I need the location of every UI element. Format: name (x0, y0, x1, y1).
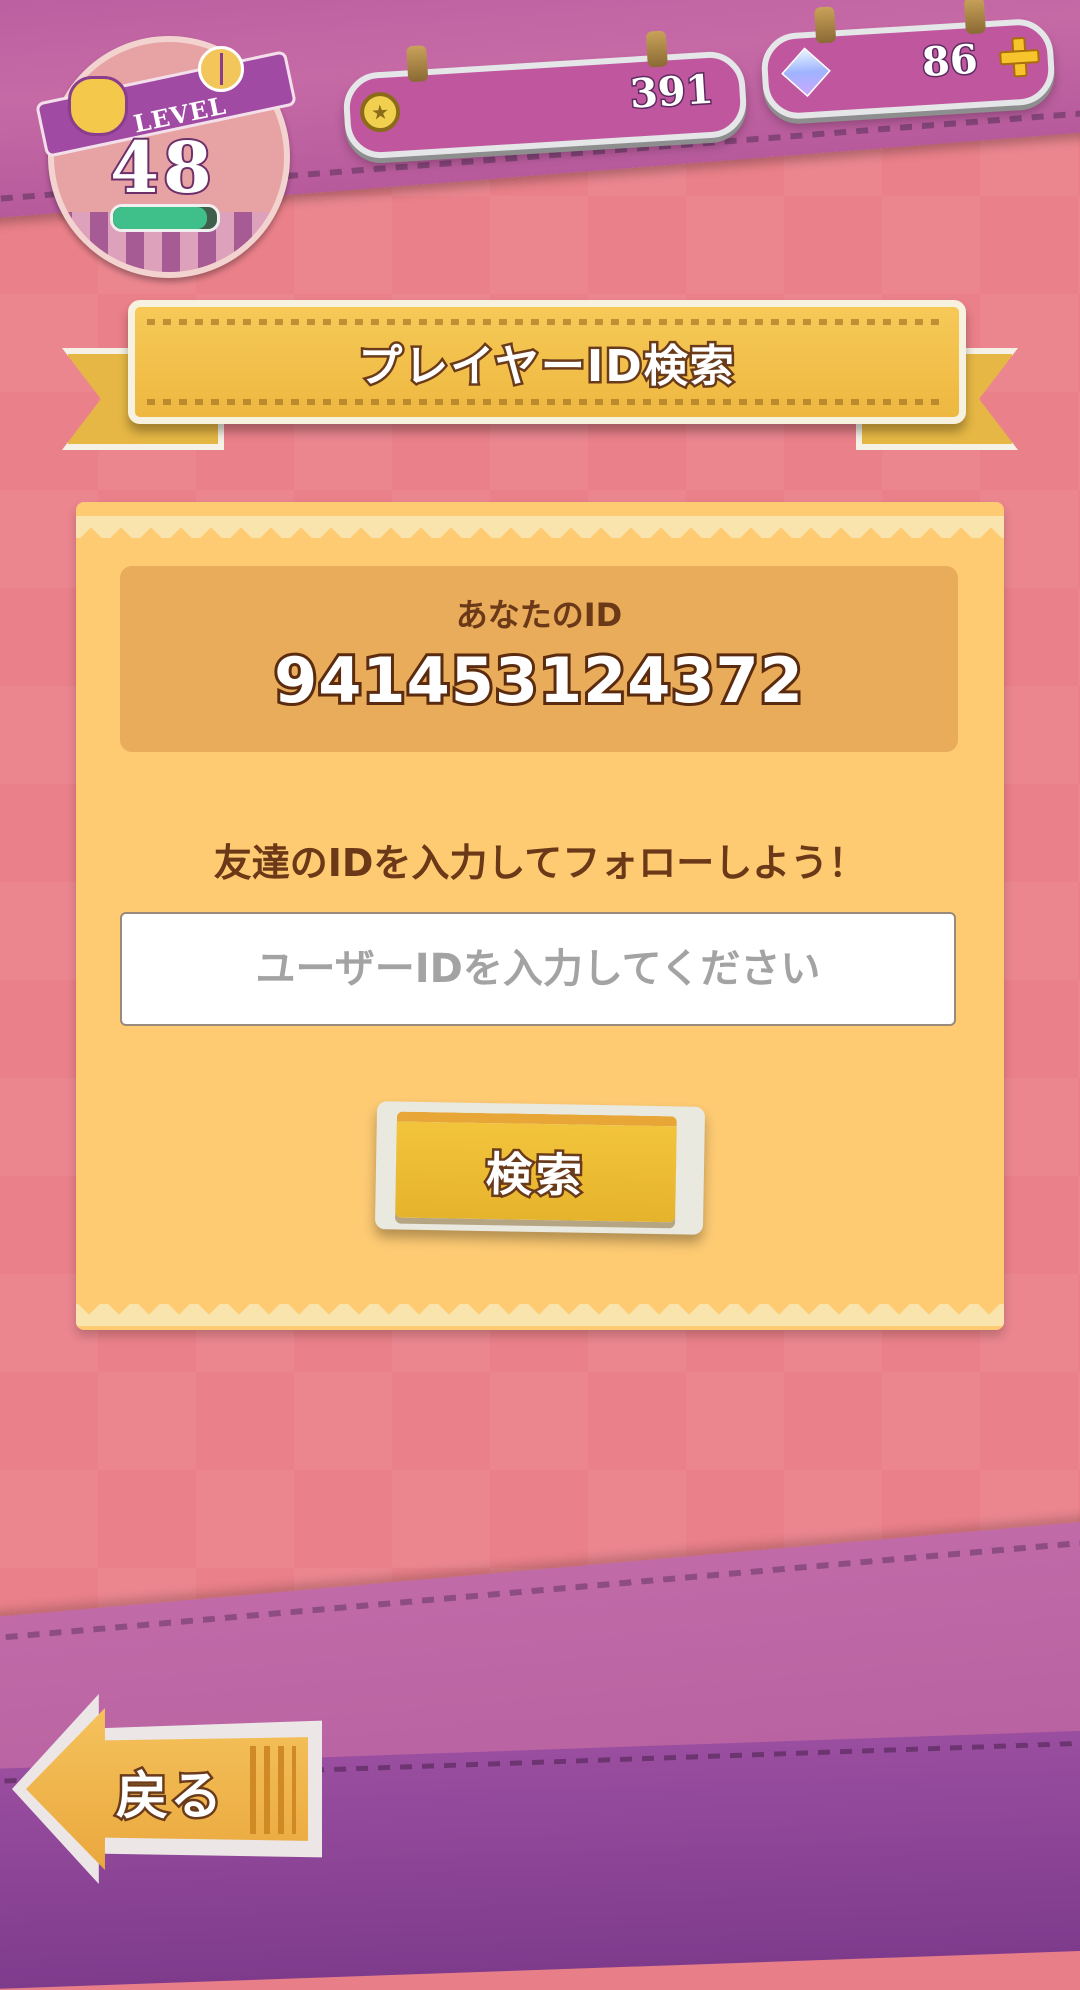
chain (645, 30, 668, 68)
ribbon-banner: プレイヤーID検索 (128, 300, 966, 424)
gem-count: 86 (919, 34, 980, 87)
your-id-box: あなたのID 941453124372 (120, 566, 958, 752)
coin-count: 391 (627, 64, 716, 119)
chain (814, 6, 837, 44)
coin-icon: ★ (358, 90, 402, 134)
search-button[interactable]: 検索 (374, 1101, 706, 1235)
user-id-input[interactable] (120, 912, 956, 1026)
back-arrow-stripes (250, 1746, 296, 1834)
panel-edge-top (76, 516, 1004, 538)
back-button-label: 戻る (113, 1765, 225, 1830)
back-button[interactable]: 戻る (12, 1694, 322, 1884)
search-panel: あなたのID 941453124372 友達のIDを入力してフォローしよう！ 検… (76, 502, 1004, 1330)
chain (963, 0, 986, 35)
your-id-label: あなたのID (455, 596, 623, 634)
gem-counter[interactable]: 86 (759, 0, 1057, 121)
panel-edge-bottom (76, 1304, 1004, 1326)
plus-icon[interactable] (996, 34, 1038, 76)
page-title: プレイヤーID検索 (356, 339, 737, 395)
gem-icon (781, 47, 831, 98)
search-button-face: 検索 (395, 1111, 677, 1223)
level-badge[interactable]: LEVEL 48 (34, 36, 298, 278)
title-ribbon: プレイヤーID検索 (62, 300, 1018, 450)
search-button-label: 検索 (483, 1145, 589, 1206)
your-id-value: 941453124372 (271, 641, 806, 720)
chain (406, 45, 429, 83)
level-progress-bar (110, 204, 220, 232)
follow-prompt: 友達のIDを入力してフォローしよう！ (213, 841, 867, 885)
peace-icon (198, 46, 244, 92)
level-number: 48 (108, 124, 216, 211)
level-progress-fill (113, 207, 207, 229)
